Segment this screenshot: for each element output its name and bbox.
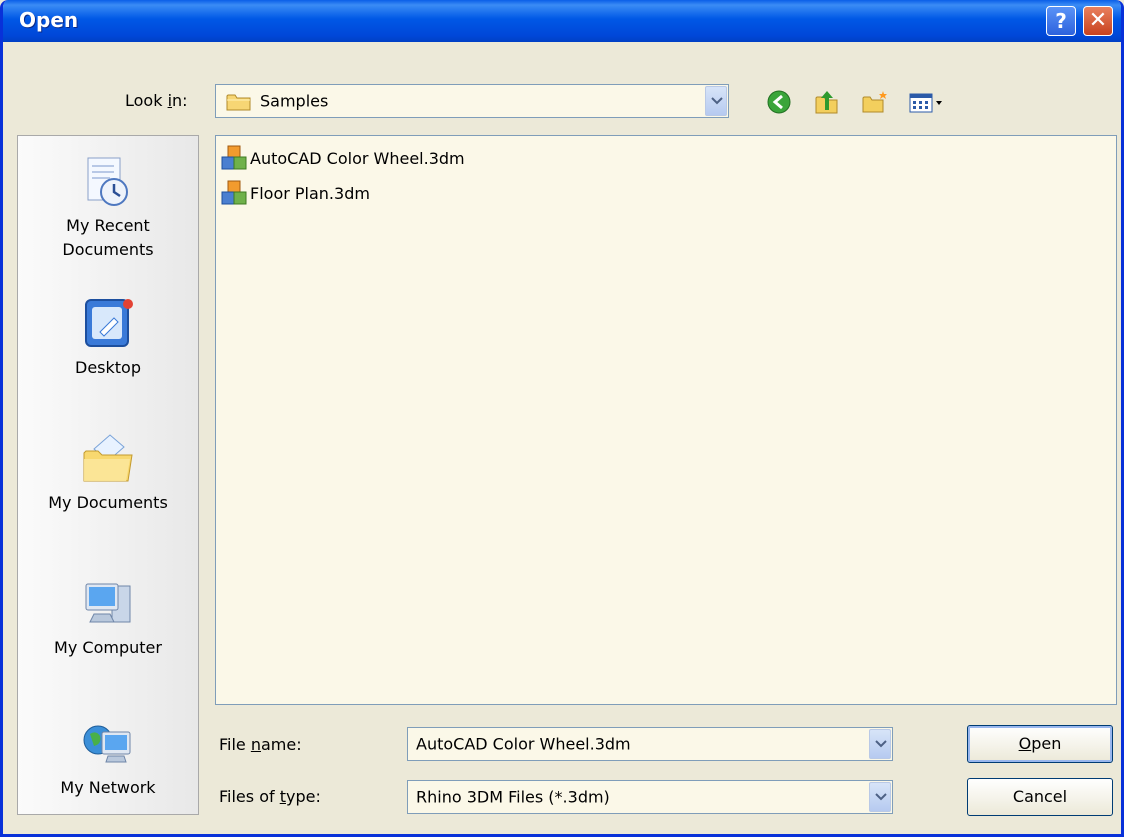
file-name-label: File name: xyxy=(219,735,302,754)
place-my-documents[interactable]: My Documents xyxy=(18,431,198,515)
close-icon: ✕ xyxy=(1088,8,1108,33)
list-item[interactable]: Floor Plan.3dm xyxy=(218,179,370,207)
file-name-dropdown-button[interactable] xyxy=(869,729,891,759)
file-type-dropdown-button[interactable] xyxy=(869,782,891,812)
chevron-down-icon xyxy=(875,740,887,748)
rhino-3dm-file-icon xyxy=(221,180,247,205)
place-label: My Recent xyxy=(66,216,150,235)
file-name-input[interactable]: AutoCAD Color Wheel.3dm xyxy=(407,727,893,761)
place-my-network[interactable]: My Network xyxy=(18,716,198,800)
place-label: My Computer xyxy=(54,638,162,657)
file-type-label: Files of type: xyxy=(219,787,321,806)
list-item[interactable]: AutoCAD Color Wheel.3dm xyxy=(218,144,465,172)
place-my-recent-documents[interactable]: My Recent Documents xyxy=(18,154,198,262)
views-menu-icon xyxy=(909,93,942,113)
place-my-computer[interactable]: My Computer xyxy=(18,576,198,660)
new-folder-icon xyxy=(862,91,887,113)
close-button[interactable]: ✕ xyxy=(1083,6,1113,36)
place-label: My Documents xyxy=(48,493,168,512)
chevron-down-icon xyxy=(875,793,887,801)
back-arrow-icon xyxy=(767,90,791,114)
open-dialog: Open ? ✕ Look in: Samples My Recent Docu… xyxy=(0,0,1124,837)
window-title: Open xyxy=(19,8,79,32)
file-list[interactable]: AutoCAD Color Wheel.3dm Floor Plan.3dm xyxy=(215,135,1117,705)
places-bar: My Recent Documents Desktop My Documents xyxy=(17,135,199,815)
my-network-icon xyxy=(83,725,131,763)
open-button[interactable]: Open xyxy=(967,725,1113,763)
title-bar[interactable]: Open ? ✕ xyxy=(3,0,1121,42)
help-button[interactable]: ? xyxy=(1046,6,1076,36)
folder-icon xyxy=(226,94,251,111)
look-in-dropdown[interactable]: Samples xyxy=(215,84,729,118)
chevron-down-icon xyxy=(711,97,723,105)
place-label: Desktop xyxy=(75,358,141,377)
back-button[interactable] xyxy=(765,88,793,116)
cancel-button[interactable]: Cancel xyxy=(967,778,1113,816)
place-label: My Network xyxy=(60,778,156,797)
rhino-3dm-file-icon xyxy=(221,145,247,170)
look-in-value: Samples xyxy=(260,91,329,111)
up-folder-icon xyxy=(815,91,838,114)
file-name-text: Floor Plan.3dm xyxy=(250,183,370,203)
look-in-label: Look in: xyxy=(125,91,188,110)
file-name-value: AutoCAD Color Wheel.3dm xyxy=(416,734,631,754)
create-new-folder-button[interactable] xyxy=(861,88,889,116)
file-name-text: AutoCAD Color Wheel.3dm xyxy=(250,148,465,168)
file-type-value: Rhino 3DM Files (*.3dm) xyxy=(416,787,610,807)
my-computer-icon xyxy=(85,583,131,623)
place-desktop[interactable]: Desktop xyxy=(18,296,198,380)
up-one-level-button[interactable] xyxy=(813,88,841,116)
look-in-dropdown-button[interactable] xyxy=(705,86,727,116)
recent-documents-icon xyxy=(87,157,128,206)
my-documents-icon xyxy=(83,434,133,482)
place-label: Documents xyxy=(62,240,154,259)
file-type-select[interactable]: Rhino 3DM Files (*.3dm) xyxy=(407,780,893,814)
desktop-icon xyxy=(85,299,133,347)
view-menu-button[interactable] xyxy=(907,88,951,116)
